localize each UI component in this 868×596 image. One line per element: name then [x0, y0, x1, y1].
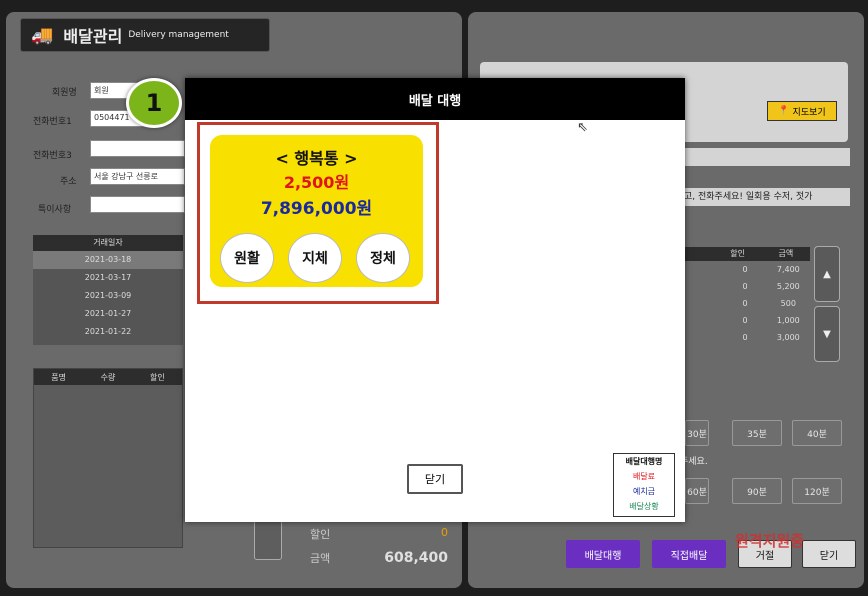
truck-icon: 🚚: [31, 24, 54, 46]
delivery-agency-dialog: 배달 대행 < 행복통 > 2,500원 7,896,000원 원활 지체 정체…: [185, 78, 685, 522]
time-button-40[interactable]: 40분: [792, 420, 842, 446]
discount-label: 할인: [310, 528, 331, 541]
phone1-label: 전화번호1: [33, 117, 72, 127]
delivery-note-field[interactable]: 고, 전화주세요! 일회용 수저, 젓가: [680, 188, 850, 206]
price-discount: 0: [742, 299, 748, 308]
title-english: Delivery management: [128, 30, 229, 40]
dialog-close-button[interactable]: 닫기: [407, 464, 463, 494]
right-field[interactable]: [680, 148, 850, 166]
time-button-30[interactable]: 30분: [685, 420, 709, 446]
scroll-up-button[interactable]: ▲: [814, 246, 840, 302]
price-header-discount: 할인: [730, 249, 745, 258]
time-button-35[interactable]: 35분: [732, 420, 782, 446]
address-label: 주소: [60, 177, 77, 187]
legend: 배달대행명 배달료 예치금 배달상황: [613, 453, 675, 517]
app-title: 🚚 배달관리 Delivery management: [20, 18, 270, 52]
legend-status: 배달상황: [629, 502, 659, 511]
remote-support-watermark: 원격지원중: [735, 532, 805, 550]
price-table: 할인 금액 0 7,400 0 5,200 0 500 0 1,000 0 3,000: [680, 247, 810, 357]
discount-value: 0: [441, 526, 448, 539]
history-table: 거래일자 2021-03-18 2021-03-17 2021-03-09 20…: [33, 235, 183, 345]
map-button[interactable]: 📍 지도보기: [767, 101, 837, 121]
history-row[interactable]: 2021-03-09: [33, 287, 183, 305]
arrow-up-icon: ▲: [823, 268, 831, 280]
direct-delivery-button[interactable]: 직접배달: [652, 540, 726, 568]
map-pin-icon: 📍: [778, 106, 790, 116]
status-smooth-button[interactable]: 원활: [220, 233, 274, 283]
arrow-down-icon: ▼: [823, 328, 831, 340]
mouse-cursor-icon: ⇖: [577, 120, 588, 135]
dialog-title: 배달 대행: [185, 78, 685, 120]
history-header: 거래일자: [33, 235, 183, 251]
time-button-90[interactable]: 90분: [732, 478, 782, 504]
step-badge: 1: [126, 78, 182, 128]
items-header-discount: 할인: [149, 372, 165, 382]
delivery-agency-button[interactable]: 배달대행: [566, 540, 640, 568]
status-congested-button[interactable]: 정체: [356, 233, 410, 283]
legend-fee: 배달료: [632, 472, 656, 481]
history-row[interactable]: 2021-03-17: [33, 269, 183, 287]
notes-field[interactable]: [90, 196, 185, 213]
legend-title: 배달대행명: [625, 457, 663, 466]
phone3-label: 전화번호3: [33, 151, 72, 161]
price-header-amount: 금액: [778, 249, 794, 258]
amount-value: 608,400: [384, 550, 448, 566]
price-discount: 0: [742, 282, 748, 291]
price-amount: 3,000: [776, 333, 800, 342]
title-korean: 배달관리: [63, 27, 123, 46]
phone3-field[interactable]: [90, 140, 185, 157]
history-row[interactable]: 2021-03-18: [33, 251, 183, 269]
address-field[interactable]: 서울 강남구 선릉로: [90, 168, 185, 185]
legend-deposit: 예치금: [632, 487, 656, 496]
provider-highlight: < 행복통 > 2,500원 7,896,000원 원활 지체 정체: [197, 122, 439, 304]
price-discount: 0: [742, 333, 748, 342]
price-amount: 5,200: [776, 282, 800, 291]
provider-card[interactable]: < 행복통 > 2,500원 7,896,000원 원활 지체 정체: [210, 135, 423, 287]
price-discount: 0: [742, 265, 748, 274]
price-amount: 500: [780, 299, 796, 308]
provider-deposit: 7,896,000원: [260, 199, 373, 219]
price-amount: 7,400: [776, 265, 800, 274]
close-main-button[interactable]: 닫기: [802, 540, 856, 568]
scroll-down-button[interactable]: ▼: [814, 306, 840, 362]
history-row[interactable]: 2021-01-27: [33, 305, 183, 323]
items-table: 품명 수량 할인: [33, 368, 183, 548]
totals: 할인 0 금액 608,400: [304, 522, 454, 582]
price-discount: 0: [742, 316, 748, 325]
notes-label: 특이사항: [38, 205, 72, 215]
map-button-label: 지도보기: [792, 107, 826, 118]
items-header-qty: 수량: [100, 372, 116, 382]
status-delayed-button[interactable]: 지체: [288, 233, 342, 283]
provider-name: < 행복통 >: [275, 149, 358, 168]
time-button-60[interactable]: 60분: [685, 478, 709, 504]
time-button-120[interactable]: 120분: [792, 478, 842, 504]
price-amount: 1,000: [776, 316, 800, 325]
member-name-label: 회원명: [52, 88, 77, 98]
amount-label: 금액: [310, 552, 331, 565]
provider-fee: 2,500원: [283, 173, 350, 192]
history-row[interactable]: 2021-01-22: [33, 323, 183, 341]
items-header-name: 품명: [51, 372, 67, 382]
